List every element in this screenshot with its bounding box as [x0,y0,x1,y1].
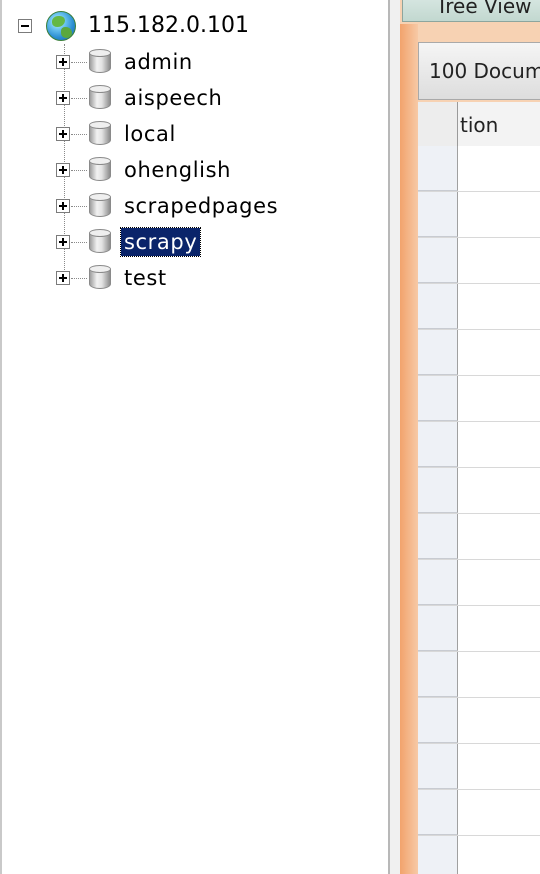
row-header[interactable] [418,192,458,237]
database-icon [89,121,111,147]
table-row[interactable] [418,560,540,606]
database-icon [89,265,111,291]
server-address-label: 115.182.0.101 [88,13,249,38]
database-icon [89,229,111,255]
documents-count-button[interactable]: 100 Docum [418,42,540,100]
column-header[interactable]: tion [460,113,498,137]
table-row[interactable] [418,836,540,874]
row-header[interactable] [418,652,458,697]
row-header[interactable] [418,330,458,375]
table-row[interactable] [418,744,540,790]
expand-icon[interactable] [56,271,70,285]
row-header[interactable] [418,468,458,513]
database-icon [89,49,111,75]
expand-icon[interactable] [56,235,70,249]
table-row[interactable] [418,376,540,422]
grid-header-row: tion [418,102,540,147]
row-header[interactable] [418,606,458,651]
row-header[interactable] [418,238,458,283]
row-header[interactable] [418,744,458,789]
globe-icon [46,11,76,41]
results-pane: Tree View 100 Docum tion [400,0,540,874]
tree-item-scrapedpages[interactable]: scrapedpages [56,188,281,224]
tree-item-label: test [124,266,167,290]
row-header-corner [418,102,458,146]
tree-item-admin[interactable]: admin [56,44,196,80]
documents-count-label: 100 Docum [429,59,540,83]
collapse-icon[interactable] [18,19,32,33]
expand-icon[interactable] [56,199,70,213]
row-header[interactable] [418,514,458,559]
tree-item-label: local [124,122,176,146]
row-header[interactable] [418,422,458,467]
tree-item-scrapy[interactable]: scrapy [56,224,202,260]
connection-tree: 115.182.0.101 admin aispeech local oheng… [0,0,388,874]
table-row[interactable] [418,284,540,330]
expand-icon[interactable] [56,91,70,105]
row-header[interactable] [418,790,458,835]
tree-item-local[interactable]: local [56,116,179,152]
row-header[interactable] [418,146,458,191]
row-header[interactable] [418,560,458,605]
tree-item-label: aispeech [124,86,223,110]
row-header[interactable] [418,698,458,743]
expand-icon[interactable] [56,127,70,141]
table-row[interactable] [418,468,540,514]
tree-item-label-selected: scrapy [119,227,202,257]
table-row[interactable] [418,790,540,836]
pane-splitter[interactable] [388,0,400,874]
table-row[interactable] [418,698,540,744]
table-row[interactable] [418,330,540,376]
database-icon [89,157,111,183]
database-icon [89,193,111,219]
row-header[interactable] [418,284,458,329]
table-row[interactable] [418,606,540,652]
table-row[interactable] [418,652,540,698]
table-row[interactable] [418,514,540,560]
table-row[interactable] [418,422,540,468]
tree-item-label: scrapedpages [124,194,279,218]
tree-item-label: admin [124,50,193,74]
table-row[interactable] [418,146,540,192]
pane-border [400,24,418,874]
table-row[interactable] [418,192,540,238]
tree-item-label: ohenglish [124,158,232,182]
tree-root-node[interactable]: 115.182.0.101 [18,10,249,42]
expand-icon[interactable] [56,55,70,69]
row-header[interactable] [418,836,458,874]
expand-icon[interactable] [56,163,70,177]
tab-tree-view-label: Tree View [436,0,532,18]
table-row[interactable] [418,238,540,284]
row-header[interactable] [418,376,458,421]
database-icon [89,85,111,111]
tree-item-test[interactable]: test [56,260,170,296]
tree-item-ohenglish[interactable]: ohenglish [56,152,234,188]
grid-rows [418,146,540,874]
tree-item-aispeech[interactable]: aispeech [56,80,225,116]
